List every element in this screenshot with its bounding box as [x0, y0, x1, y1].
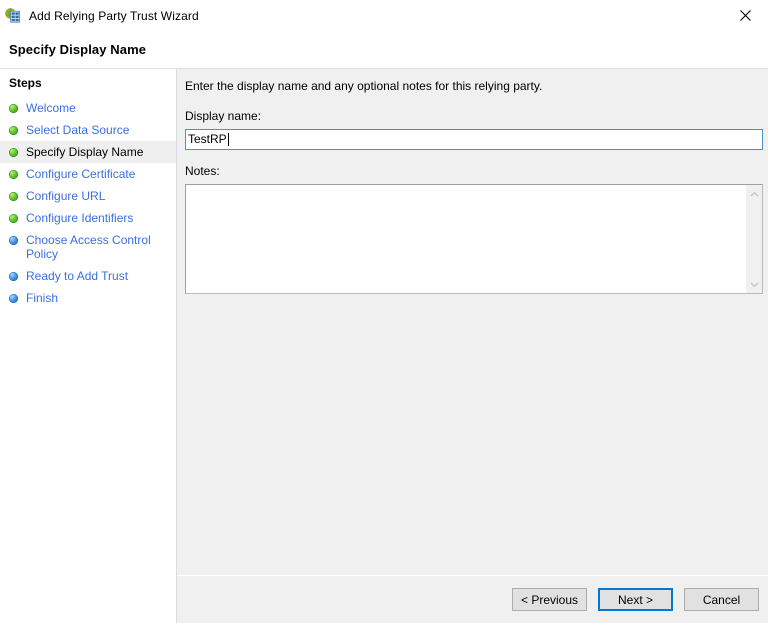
step-status-dot-icon: [9, 170, 18, 179]
content-panel: Enter the display name and any optional …: [177, 69, 768, 623]
sidebar-item-configure-certificate[interactable]: Configure Certificate: [0, 163, 176, 185]
step-status-dot-icon: [9, 236, 18, 245]
step-status-dot-icon: [9, 214, 18, 223]
sidebar-item-label: Select Data Source: [26, 123, 130, 137]
sidebar-item-label: Configure Certificate: [26, 167, 136, 181]
sidebar-item-label: Welcome: [26, 101, 76, 115]
next-button[interactable]: Next >: [598, 588, 673, 611]
page-title-text: Specify Display Name: [9, 42, 147, 57]
display-name-value: TestRP: [188, 132, 227, 146]
sidebar-item-welcome[interactable]: Welcome: [0, 97, 176, 119]
relying-party-trust-icon: [5, 7, 21, 24]
sidebar-item-choose-access-control-policy[interactable]: Choose Access Control Policy: [0, 229, 176, 265]
cancel-button[interactable]: Cancel: [684, 588, 759, 611]
notes-textarea[interactable]: [186, 185, 745, 293]
sidebar-item-label: Finish: [26, 291, 59, 305]
sidebar-item-configure-url[interactable]: Configure URL: [0, 185, 176, 207]
step-status-dot-icon: [9, 192, 18, 201]
notes-label: Notes:: [185, 164, 220, 178]
chevron-down-icon[interactable]: [746, 276, 763, 292]
notes-scrollbar[interactable]: [745, 185, 762, 293]
page-title: Specify Display Name: [0, 31, 768, 68]
previous-button[interactable]: < Previous: [512, 588, 587, 611]
text-caret: [227, 133, 229, 146]
sidebar-item-finish[interactable]: Finish: [0, 287, 176, 309]
wizard-window: Add Relying Party Trust Wizard Specify D…: [0, 0, 768, 623]
title-bar: Add Relying Party Trust Wizard: [0, 0, 768, 31]
notes-field[interactable]: [185, 184, 763, 294]
steps-sidebar: Steps Welcome Select Data Source Specify…: [0, 69, 177, 623]
steps-heading: Steps: [9, 76, 42, 90]
window-title: Add Relying Party Trust Wizard: [29, 8, 199, 23]
step-status-dot-icon: [9, 294, 18, 303]
sidebar-item-label: Specify Display Name: [26, 145, 144, 159]
step-status-dot-icon: [9, 272, 18, 281]
chevron-up-icon[interactable]: [746, 186, 763, 202]
sidebar-item-specify-display-name[interactable]: Specify Display Name: [0, 141, 176, 163]
wizard-body: Steps Welcome Select Data Source Specify…: [0, 68, 768, 623]
sidebar-item-label: Configure URL: [26, 189, 106, 203]
sidebar-item-select-data-source[interactable]: Select Data Source: [0, 119, 176, 141]
sidebar-item-configure-identifiers[interactable]: Configure Identifiers: [0, 207, 176, 229]
intro-text: Enter the display name and any optional …: [185, 79, 543, 93]
content-inner: Enter the display name and any optional …: [177, 69, 768, 575]
display-name-input[interactable]: TestRP: [185, 129, 763, 150]
step-status-dot-icon: [9, 104, 18, 113]
sidebar-item-label: Choose Access Control Policy: [26, 233, 151, 261]
step-status-dot-icon: [9, 126, 18, 135]
sidebar-item-label: Configure Identifiers: [26, 211, 134, 225]
sidebar-item-ready-to-add-trust[interactable]: Ready to Add Trust: [0, 265, 176, 287]
sidebar-item-label: Ready to Add Trust: [26, 269, 129, 283]
button-bar: < Previous Next > Cancel: [177, 575, 768, 623]
close-icon[interactable]: [722, 0, 768, 30]
display-name-label: Display name:: [185, 109, 262, 123]
step-status-dot-icon: [9, 148, 18, 157]
